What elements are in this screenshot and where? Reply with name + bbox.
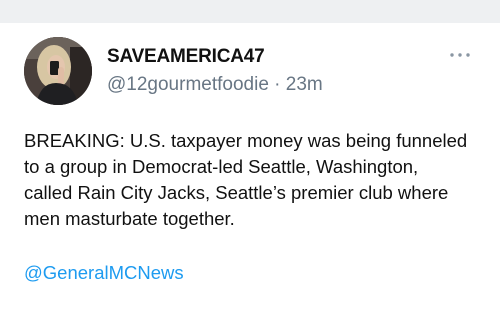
post-body-line: to a group in Democrat-led Seattle, Wash… — [24, 156, 419, 177]
post-body-line: called Rain City Jacks, Seattle’s premie… — [24, 182, 449, 203]
post-timestamp[interactable]: 23m — [286, 74, 323, 95]
post-body: BREAKING: U.S. taxpayer money was being … — [24, 128, 480, 232]
profile-photo-icon — [24, 37, 92, 105]
avatar[interactable] — [24, 37, 92, 105]
tweet-card[interactable]: SAVEAMERICA47 @12gourmetfoodie · 23m BRE… — [0, 23, 500, 309]
page: SAVEAMERICA47 @12gourmetfoodie · 23m BRE… — [0, 0, 500, 309]
more-dots-icon[interactable] — [448, 47, 472, 57]
post-body-line: BREAKING: U.S. taxpayer money was being … — [24, 130, 468, 151]
top-divider-strip — [0, 0, 500, 23]
mention-link[interactable]: @GeneralMCNews — [24, 262, 184, 284]
author-meta: @12gourmetfoodie · 23m — [107, 74, 323, 96]
author-display-name[interactable]: SAVEAMERICA47 — [107, 46, 265, 68]
meta-separator: · — [274, 74, 281, 95]
author-handle[interactable]: @12gourmetfoodie — [107, 74, 269, 95]
post-body-line: men masturbate together. — [24, 208, 235, 229]
